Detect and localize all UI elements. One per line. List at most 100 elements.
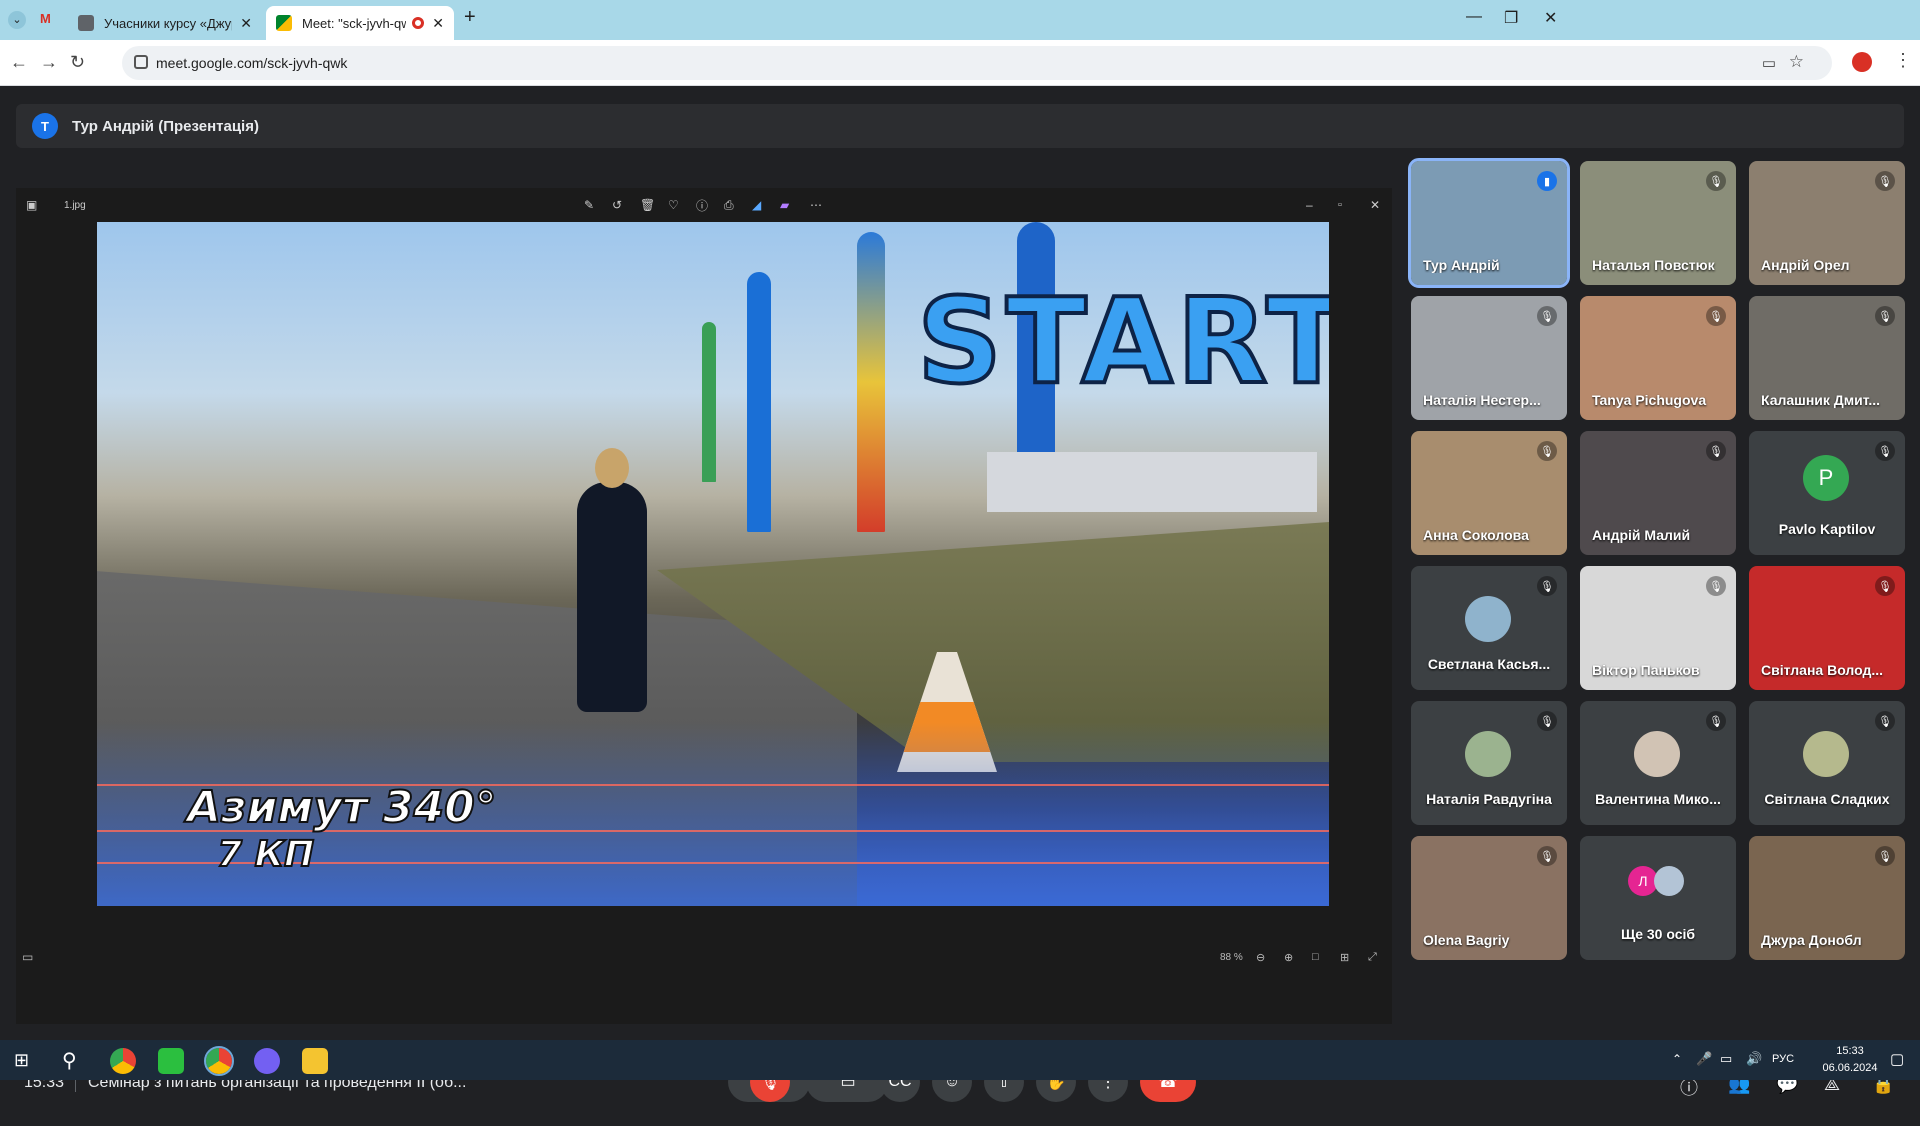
url-field[interactable]: meet.google.com/sck-jyvh-qwk ▭ ☆ — [122, 46, 1832, 80]
participant-tile[interactable]: 🎙 Анна Соколова — [1411, 431, 1567, 555]
more-icon[interactable]: ⋯ — [810, 198, 822, 212]
participant-tile[interactable]: 🎙 Віктор Паньков — [1580, 566, 1736, 690]
windows-start-icon[interactable]: ⊞ — [14, 1050, 29, 1071]
participant-name: Светлана Касья... — [1427, 656, 1551, 672]
participant-tile[interactable]: 🎙 Наталія Нестер... — [1411, 296, 1567, 420]
participant-tile[interactable]: 🎙 Наталія Равдугіна — [1411, 701, 1567, 825]
profile-extension-icon[interactable] — [1852, 52, 1872, 72]
participant-avatar: P — [1803, 455, 1849, 501]
participant-tile[interactable]: 🎙 Джура Донобл — [1749, 836, 1905, 960]
participant-tile[interactable]: 🎙 Калашник Дмит... — [1749, 296, 1905, 420]
participant-tile[interactable]: 🎙 Tanya Pichugova — [1580, 296, 1736, 420]
new-tab-button[interactable]: + — [464, 6, 476, 29]
back-icon[interactable]: ← — [10, 52, 28, 73]
windows-taskbar: ⊞ ⚲ ⌃ 🎤 ▭ 🔊 РУС 15:33 06.06.2024 ▢ — [0, 1040, 1920, 1080]
viewer-maximize-icon[interactable]: ▫ — [1338, 199, 1342, 211]
volume-icon[interactable]: 🔊 — [1746, 1051, 1762, 1067]
more-participants-tile[interactable]: Л Ще 30 осіб — [1580, 836, 1736, 960]
speaking-indicator-icon: ▮ — [1537, 171, 1557, 191]
search-icon[interactable]: ⚲ — [62, 1048, 77, 1073]
participant-tile[interactable]: 🎙 Світлана Сладких — [1749, 701, 1905, 825]
edit-icon[interactable]: ✎ — [584, 198, 594, 212]
participant-name: Андрій Малий — [1592, 527, 1691, 543]
input-language[interactable]: РУС — [1772, 1053, 1794, 1065]
tab-meet[interactable]: Meet: "sck-jyvh-qwk" ✕ — [266, 6, 454, 40]
participant-avatar — [1465, 596, 1511, 642]
participant-tile[interactable]: 🎙 Андрій Малий — [1580, 431, 1736, 555]
favorite-icon[interactable]: ♡ — [668, 198, 679, 212]
participant-name: Наталія Равдугіна — [1426, 791, 1552, 807]
clock-date[interactable]: 06.06.2024 — [1820, 1062, 1880, 1074]
participant-name: Анна Соколова — [1423, 527, 1529, 543]
meet-stage: T Тур Андрій (Презентація) ▣ 1.jpg ✎ ↺ 🗑… — [0, 86, 1920, 1102]
participant-tile[interactable]: 🎙 Валентина Мико... — [1580, 701, 1736, 825]
phone-app-icon[interactable] — [158, 1048, 184, 1074]
viewer-close-icon[interactable]: ✕ — [1370, 198, 1380, 212]
site-settings-icon[interactable] — [134, 55, 148, 69]
file-name: 1.jpg — [64, 199, 86, 211]
participant-tile[interactable]: 🎙 Olena Bagriy — [1411, 836, 1567, 960]
forward-icon[interactable]: → — [40, 52, 58, 73]
participant-avatar — [1654, 866, 1684, 896]
close-tab-icon[interactable]: ✕ — [240, 15, 252, 32]
participant-tile[interactable]: 🎙 Наталья Повстюк — [1580, 161, 1736, 285]
minimize-icon[interactable]: — — [1466, 8, 1482, 26]
gmail-icon[interactable]: M — [40, 11, 58, 27]
participant-tile[interactable]: ▮ Тур Андрій — [1408, 158, 1570, 288]
mic-off-icon: 🎙 — [1875, 576, 1895, 596]
file-explorer-icon[interactable] — [302, 1048, 328, 1074]
restore-icon[interactable]: ❐ — [1504, 8, 1518, 28]
delete-icon[interactable]: 🗑 — [640, 198, 655, 212]
rotate-icon[interactable]: ↺ — [612, 198, 622, 212]
mic-off-icon: 🎙 — [1706, 576, 1726, 596]
stadium-building — [987, 452, 1317, 512]
runner — [577, 448, 647, 712]
participant-avatar — [1634, 731, 1680, 777]
clock-time[interactable]: 15:33 — [1820, 1045, 1880, 1057]
share-icon[interactable]: ◢ — [752, 198, 761, 212]
participant-tile[interactable]: 🎙 Андрій Орел — [1749, 161, 1905, 285]
participant-tile[interactable]: 🎙 P Pavlo Kaptilov — [1749, 431, 1905, 555]
url-text: meet.google.com/sck-jyvh-qwk — [156, 55, 348, 71]
participant-tile[interactable]: 🎙 Светлана Касья... — [1411, 566, 1567, 690]
participant-name: Калашник Дмит... — [1761, 392, 1881, 408]
viewer-menu-icon[interactable]: ▣ — [26, 198, 37, 212]
camera-icon[interactable]: ▭ — [1762, 54, 1776, 72]
zoom-out-icon[interactable]: ⊖ — [1256, 951, 1265, 964]
reload-icon[interactable]: ↻ — [70, 52, 85, 73]
participant-name: Наталія Нестер... — [1423, 392, 1541, 408]
chrome-icon[interactable] — [110, 1048, 136, 1074]
bookmark-star-icon[interactable]: ☆ — [1789, 52, 1804, 72]
print-icon[interactable]: ⎙ — [724, 198, 734, 213]
notifications-icon[interactable]: ▢ — [1890, 1050, 1904, 1068]
fit-icon[interactable]: ⊞ — [1340, 951, 1349, 964]
shared-screen: ▣ 1.jpg ✎ ↺ 🗑 ♡ ⓘ ⎙ ◢ ▰ ⋯ – ▫ ✕ START Аз… — [16, 188, 1392, 1024]
document-icon — [78, 15, 94, 31]
viber-icon[interactable] — [254, 1048, 280, 1074]
participant-tile[interactable]: 🎙 Світлана Волод... — [1749, 566, 1905, 690]
filmstrip-icon[interactable]: ▭ — [22, 950, 33, 964]
participant-name: Віктор Паньков — [1592, 662, 1700, 678]
viewer-minimize-icon[interactable]: – — [1306, 198, 1313, 212]
participant-name: Наталья Повстюк — [1592, 257, 1715, 273]
tab-course-members[interactable]: Учасники курсу «Джура» 202 ✕ — [68, 6, 262, 40]
info-icon[interactable]: ⓘ — [696, 197, 708, 214]
mic-off-icon: 🎙 — [1537, 846, 1557, 866]
mic-off-icon: 🎙 — [1537, 441, 1557, 461]
actual-size-icon[interactable]: □ — [1312, 951, 1319, 963]
participant-avatar — [1465, 731, 1511, 777]
mic-off-icon: 🎙 — [1706, 441, 1726, 461]
close-tab-icon[interactable]: ✕ — [432, 15, 444, 32]
zoom-in-icon[interactable]: ⊕ — [1284, 951, 1293, 964]
checkpoint-text: 7 КП — [216, 833, 315, 876]
chrome-active-icon[interactable] — [204, 1046, 234, 1076]
network-icon[interactable]: ▭ — [1720, 1051, 1732, 1067]
fullscreen-icon[interactable]: ⤢ — [1368, 951, 1377, 964]
tab-search-icon[interactable]: ⌄ — [8, 11, 26, 29]
mic-off-icon: 🎙 — [1875, 441, 1895, 461]
tray-chevron-icon[interactable]: ⌃ — [1672, 1052, 1682, 1066]
clipchamp-icon[interactable]: ▰ — [780, 198, 789, 212]
close-window-icon[interactable]: ✕ — [1544, 8, 1557, 28]
participant-name: Світлана Сладких — [1764, 791, 1890, 807]
chrome-menu-icon[interactable]: ⋮ — [1894, 50, 1912, 71]
